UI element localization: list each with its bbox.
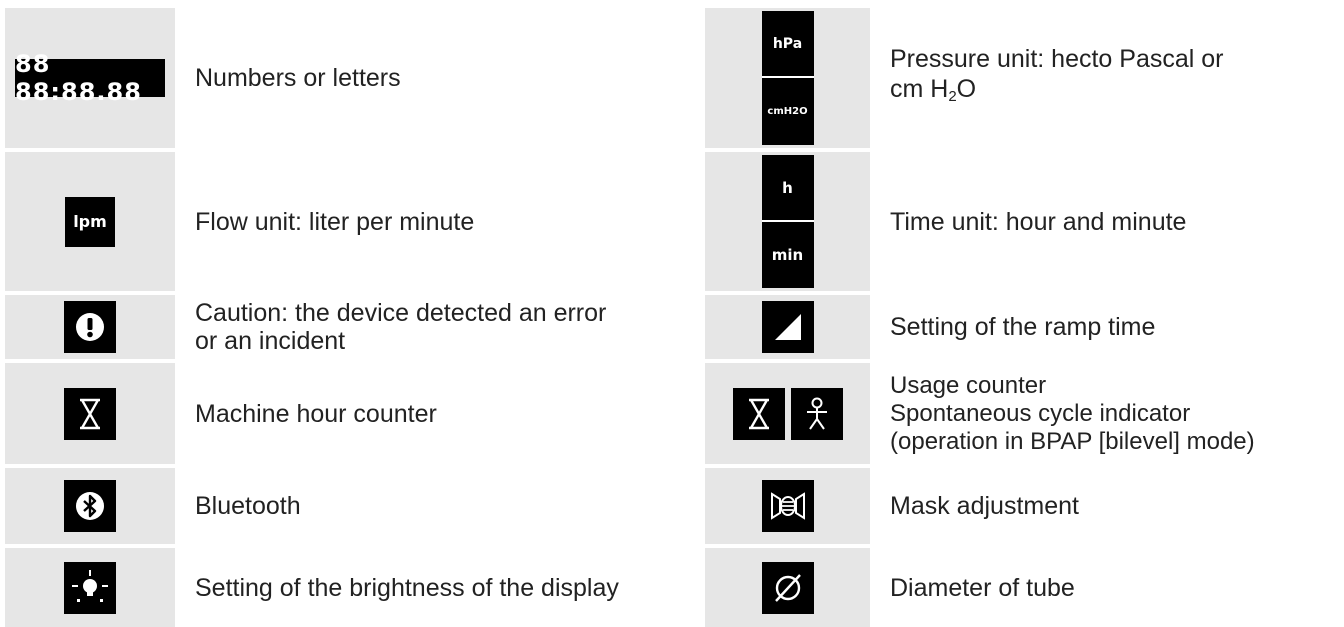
icon-cell	[5, 363, 175, 464]
symbol-legend-table: 88 88:88.88 Numbers or letters hPa cmH2O…	[0, 0, 1344, 627]
diameter-icon	[761, 561, 814, 614]
icon-cell	[705, 295, 870, 359]
ramp-icon	[761, 301, 814, 353]
pressure-unit-icon: hPa cmH2O	[761, 11, 814, 145]
lpm-icon: lpm	[65, 196, 115, 247]
icon-cell	[705, 468, 870, 544]
icon-cell	[5, 468, 175, 544]
mask-icon	[761, 480, 814, 532]
bluetooth-icon	[64, 480, 116, 532]
machine-hour-description: Machine hour counter	[195, 399, 437, 428]
ramp-time-description: Setting of the ramp time	[890, 313, 1156, 341]
caution-icon	[64, 301, 116, 353]
icon-cell	[5, 295, 175, 359]
brightness-description: Setting of the brightness of the display	[195, 573, 619, 602]
icon-cell: h min	[705, 152, 870, 291]
hour-label: h	[761, 155, 814, 220]
mask-adjustment-description: Mask adjustment	[890, 492, 1079, 520]
pressure-unit-description: Pressure unit: hecto Pascal or cm H2O	[890, 45, 1224, 105]
spontaneous-person-icon	[790, 387, 843, 440]
time-unit-icon: h min	[761, 155, 814, 288]
tube-diameter-description: Diameter of tube	[890, 573, 1075, 602]
icon-cell: 88 88:88.88	[5, 8, 175, 148]
icon-cell	[705, 363, 870, 464]
usage-counter-description: Usage counter Spontaneous cycle indicato…	[890, 371, 1255, 455]
caution-description: Caution: the device detected an error or…	[195, 299, 607, 355]
hourglass-icon	[64, 387, 116, 440]
bluetooth-description: Bluetooth	[195, 492, 301, 520]
icon-cell: lpm	[5, 152, 175, 291]
usage-spontaneous-icons	[732, 387, 843, 440]
icon-cell	[5, 548, 175, 627]
segment-display-icon: 88 88:88.88	[15, 50, 165, 106]
icon-cell: hPa cmH2O	[705, 8, 870, 148]
hourglass-icon	[732, 387, 785, 440]
icon-cell	[705, 548, 870, 627]
minute-label: min	[761, 222, 814, 288]
hpa-label: hPa	[761, 11, 814, 76]
flow-unit-description: Flow unit: liter per minute	[195, 207, 475, 236]
cmh2o-label: cmH2O	[761, 78, 814, 145]
time-unit-description: Time unit: hour and minute	[890, 207, 1187, 236]
brightness-icon	[64, 561, 116, 614]
numbers-letters-description: Numbers or letters	[195, 64, 401, 92]
